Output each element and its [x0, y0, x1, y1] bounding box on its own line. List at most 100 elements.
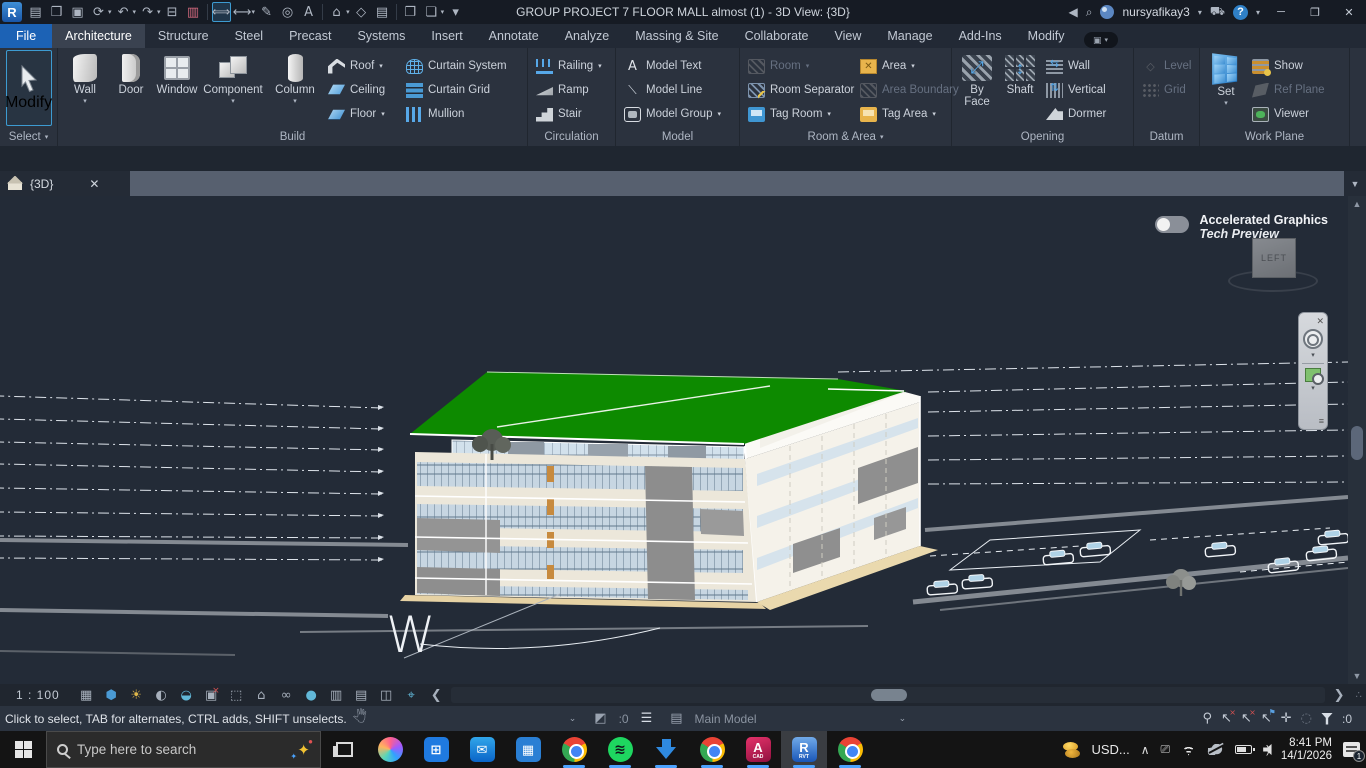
shadows-icon[interactable]: ◐ — [149, 685, 174, 705]
viewer-button[interactable]: Viewer — [1248, 102, 1340, 126]
curtain-system-button[interactable]: Curtain System — [402, 54, 514, 78]
horizontal-scrollbar[interactable] — [451, 687, 1325, 703]
taskbar-app-outlook[interactable]: ✉ — [459, 731, 505, 768]
redo-icon[interactable]: ↷ — [138, 2, 157, 22]
tab-architecture[interactable]: Architecture — [52, 24, 145, 48]
steering-wheel-icon[interactable] — [1303, 329, 1323, 349]
open-icon[interactable]: ❒ — [47, 2, 66, 22]
workset-dropdown-icon[interactable]: ⌄ — [893, 714, 913, 724]
accelerated-graphics-toggle[interactable] — [1155, 216, 1189, 233]
tag-area-button[interactable]: Tag Area▾ — [856, 102, 952, 126]
model-text-button[interactable]: AModel Text — [620, 54, 725, 78]
currency-tray-icon[interactable] — [1062, 742, 1080, 758]
switch-windows-icon[interactable]: ❏ — [422, 2, 441, 22]
clock[interactable]: 8:41 PM 14/1/2026 — [1281, 737, 1332, 763]
battery-icon[interactable] — [1235, 745, 1252, 754]
door-button[interactable]: Door — [108, 50, 154, 128]
store-cart-icon[interactable]: ⛟ — [1210, 4, 1225, 20]
media-tab-icon[interactable]: ▣▾ — [1084, 32, 1118, 48]
active-workset-select[interactable]: Main Model — [695, 712, 757, 726]
visual-style-icon[interactable]: ⬢ — [99, 685, 124, 705]
taskbar-app-spotify[interactable]: ≋ — [597, 731, 643, 768]
temporary-hide-isolate-icon[interactable]: ● — [299, 685, 324, 705]
taskbar-app-chrome-3[interactable] — [827, 731, 873, 768]
taskbar-app-autocad[interactable]: ACAD — [735, 731, 781, 768]
taskbar-app-revit[interactable]: RRVT — [781, 731, 827, 768]
roof-button[interactable]: Roof▾ — [324, 54, 402, 78]
tab-analyze[interactable]: Analyze — [552, 24, 622, 48]
select-panel-label[interactable]: Select▾ — [0, 128, 57, 146]
tab-file[interactable]: File — [0, 24, 52, 48]
opening-wall-button[interactable]: Wall — [1042, 54, 1124, 78]
taskbar-app-download[interactable] — [643, 731, 689, 768]
taskbar-app-chrome-1[interactable] — [551, 731, 597, 768]
column-button[interactable]: Column▾ — [266, 50, 324, 128]
undo-icon[interactable]: ↶ — [114, 2, 133, 22]
show-work-plane-button[interactable]: Show — [1248, 54, 1340, 78]
search-highlights-icon[interactable]: ✦●✦ — [297, 741, 310, 759]
zoom-menu-chevron-icon[interactable]: ▾ — [1311, 384, 1315, 392]
navbar-menu-icon[interactable]: ≡ — [1319, 416, 1324, 426]
tag-icon[interactable]: ◎ — [278, 2, 297, 22]
window-button[interactable]: Window — [154, 50, 200, 128]
select-links-toggle[interactable]: ⚲ — [1202, 711, 1212, 726]
help-menu-chevron-icon[interactable]: ▾ — [1256, 8, 1260, 17]
room-separator-button[interactable]: Room Separator — [744, 78, 856, 102]
tab-annotate[interactable]: Annotate — [476, 24, 552, 48]
taskbar-search-input[interactable]: Type here to search ✦●✦ — [46, 731, 321, 768]
drawing-area[interactable]: W Accelerated Graphics Tech Preview LEFT… — [0, 196, 1348, 684]
select-pinned-toggle[interactable]: ↖× — [1241, 711, 1252, 726]
hscroll-right-icon[interactable]: ❯ — [1327, 685, 1352, 705]
currency-label[interactable]: USD... — [1091, 742, 1129, 757]
hidden-icons-chevron-icon[interactable]: ∧ — [1141, 743, 1150, 757]
hscroll-left-icon[interactable]: ❮ — [424, 685, 449, 705]
filter-icon[interactable] — [1321, 713, 1333, 725]
opening-vertical-button[interactable]: Vertical — [1042, 78, 1124, 102]
level-button[interactable]: ◇Level — [1138, 54, 1196, 78]
save-icon[interactable]: ▣ — [68, 2, 87, 22]
horizontal-scroll-thumb[interactable] — [871, 689, 907, 701]
restore-button[interactable]: ❐ — [1302, 2, 1328, 22]
mullion-button[interactable]: Mullion — [402, 102, 514, 126]
tag-room-button[interactable]: Tag Room▾ — [744, 102, 856, 126]
render-dialog-icon[interactable]: ◒ — [174, 685, 199, 705]
view-tab-3d[interactable]: {3D} ✕ — [0, 171, 130, 196]
task-view-button[interactable] — [321, 731, 367, 768]
taskbar-app-remote[interactable]: ▦ — [505, 731, 551, 768]
view-cube[interactable]: LEFT — [1228, 236, 1318, 294]
text-icon[interactable]: A — [299, 2, 318, 22]
vertical-scroll-thumb[interactable] — [1351, 426, 1363, 460]
model-group-button[interactable]: Model Group▾ — [620, 102, 725, 126]
close-hidden-icon[interactable]: ❐ — [401, 2, 420, 22]
minimize-button[interactable]: ─ — [1268, 2, 1294, 22]
taskbar-app-chrome-2[interactable] — [689, 731, 735, 768]
aligned-dimension-icon[interactable]: ⟺ — [212, 2, 231, 22]
reveal-hidden-icon[interactable]: ∞ — [274, 685, 299, 705]
editable-only-icon[interactable]: ◩ — [588, 711, 612, 726]
signed-in-user[interactable]: nursyafikay3 — [1122, 5, 1189, 19]
wall-button[interactable]: Wall▾ — [62, 50, 108, 128]
onedrive-paused-icon[interactable] — [1207, 744, 1224, 755]
wheel-menu-chevron-icon[interactable]: ▾ — [1311, 351, 1315, 359]
grid-button[interactable]: Grid — [1138, 78, 1196, 102]
tab-precast[interactable]: Precast — [276, 24, 344, 48]
sync-with-central-icon[interactable]: ⟳ — [89, 2, 108, 22]
crop-view-icon[interactable]: ▣× — [199, 685, 224, 705]
navbar-close-icon[interactable]: ✕ — [1316, 316, 1324, 327]
scroll-down-icon[interactable]: ▼ — [1353, 668, 1362, 684]
ribbon-collapse-icon[interactable]: ▼ — [1344, 171, 1366, 196]
component-button[interactable]: Component▾ — [200, 50, 266, 128]
stair-button[interactable]: Stair — [532, 102, 606, 126]
area-boundary-button[interactable]: Area Boundary — [856, 78, 952, 102]
view-tab-close-icon[interactable]: ✕ — [89, 177, 99, 191]
crop-region-icon[interactable]: ⬚ — [224, 685, 249, 705]
close-button[interactable]: ✕ — [1336, 2, 1362, 22]
customize-qat-icon[interactable]: ▾ — [446, 2, 465, 22]
ceiling-button[interactable]: Ceiling — [324, 78, 402, 102]
scale-control[interactable]: 1 : 100 — [0, 688, 74, 702]
ramp-button[interactable]: Ramp — [532, 78, 606, 102]
temporary-view-properties-icon[interactable]: ▤ — [349, 685, 374, 705]
room-button[interactable]: Room▾ — [744, 54, 856, 78]
revit-app-icon[interactable]: R — [2, 2, 22, 22]
curtain-grid-button[interactable]: Curtain Grid — [402, 78, 514, 102]
